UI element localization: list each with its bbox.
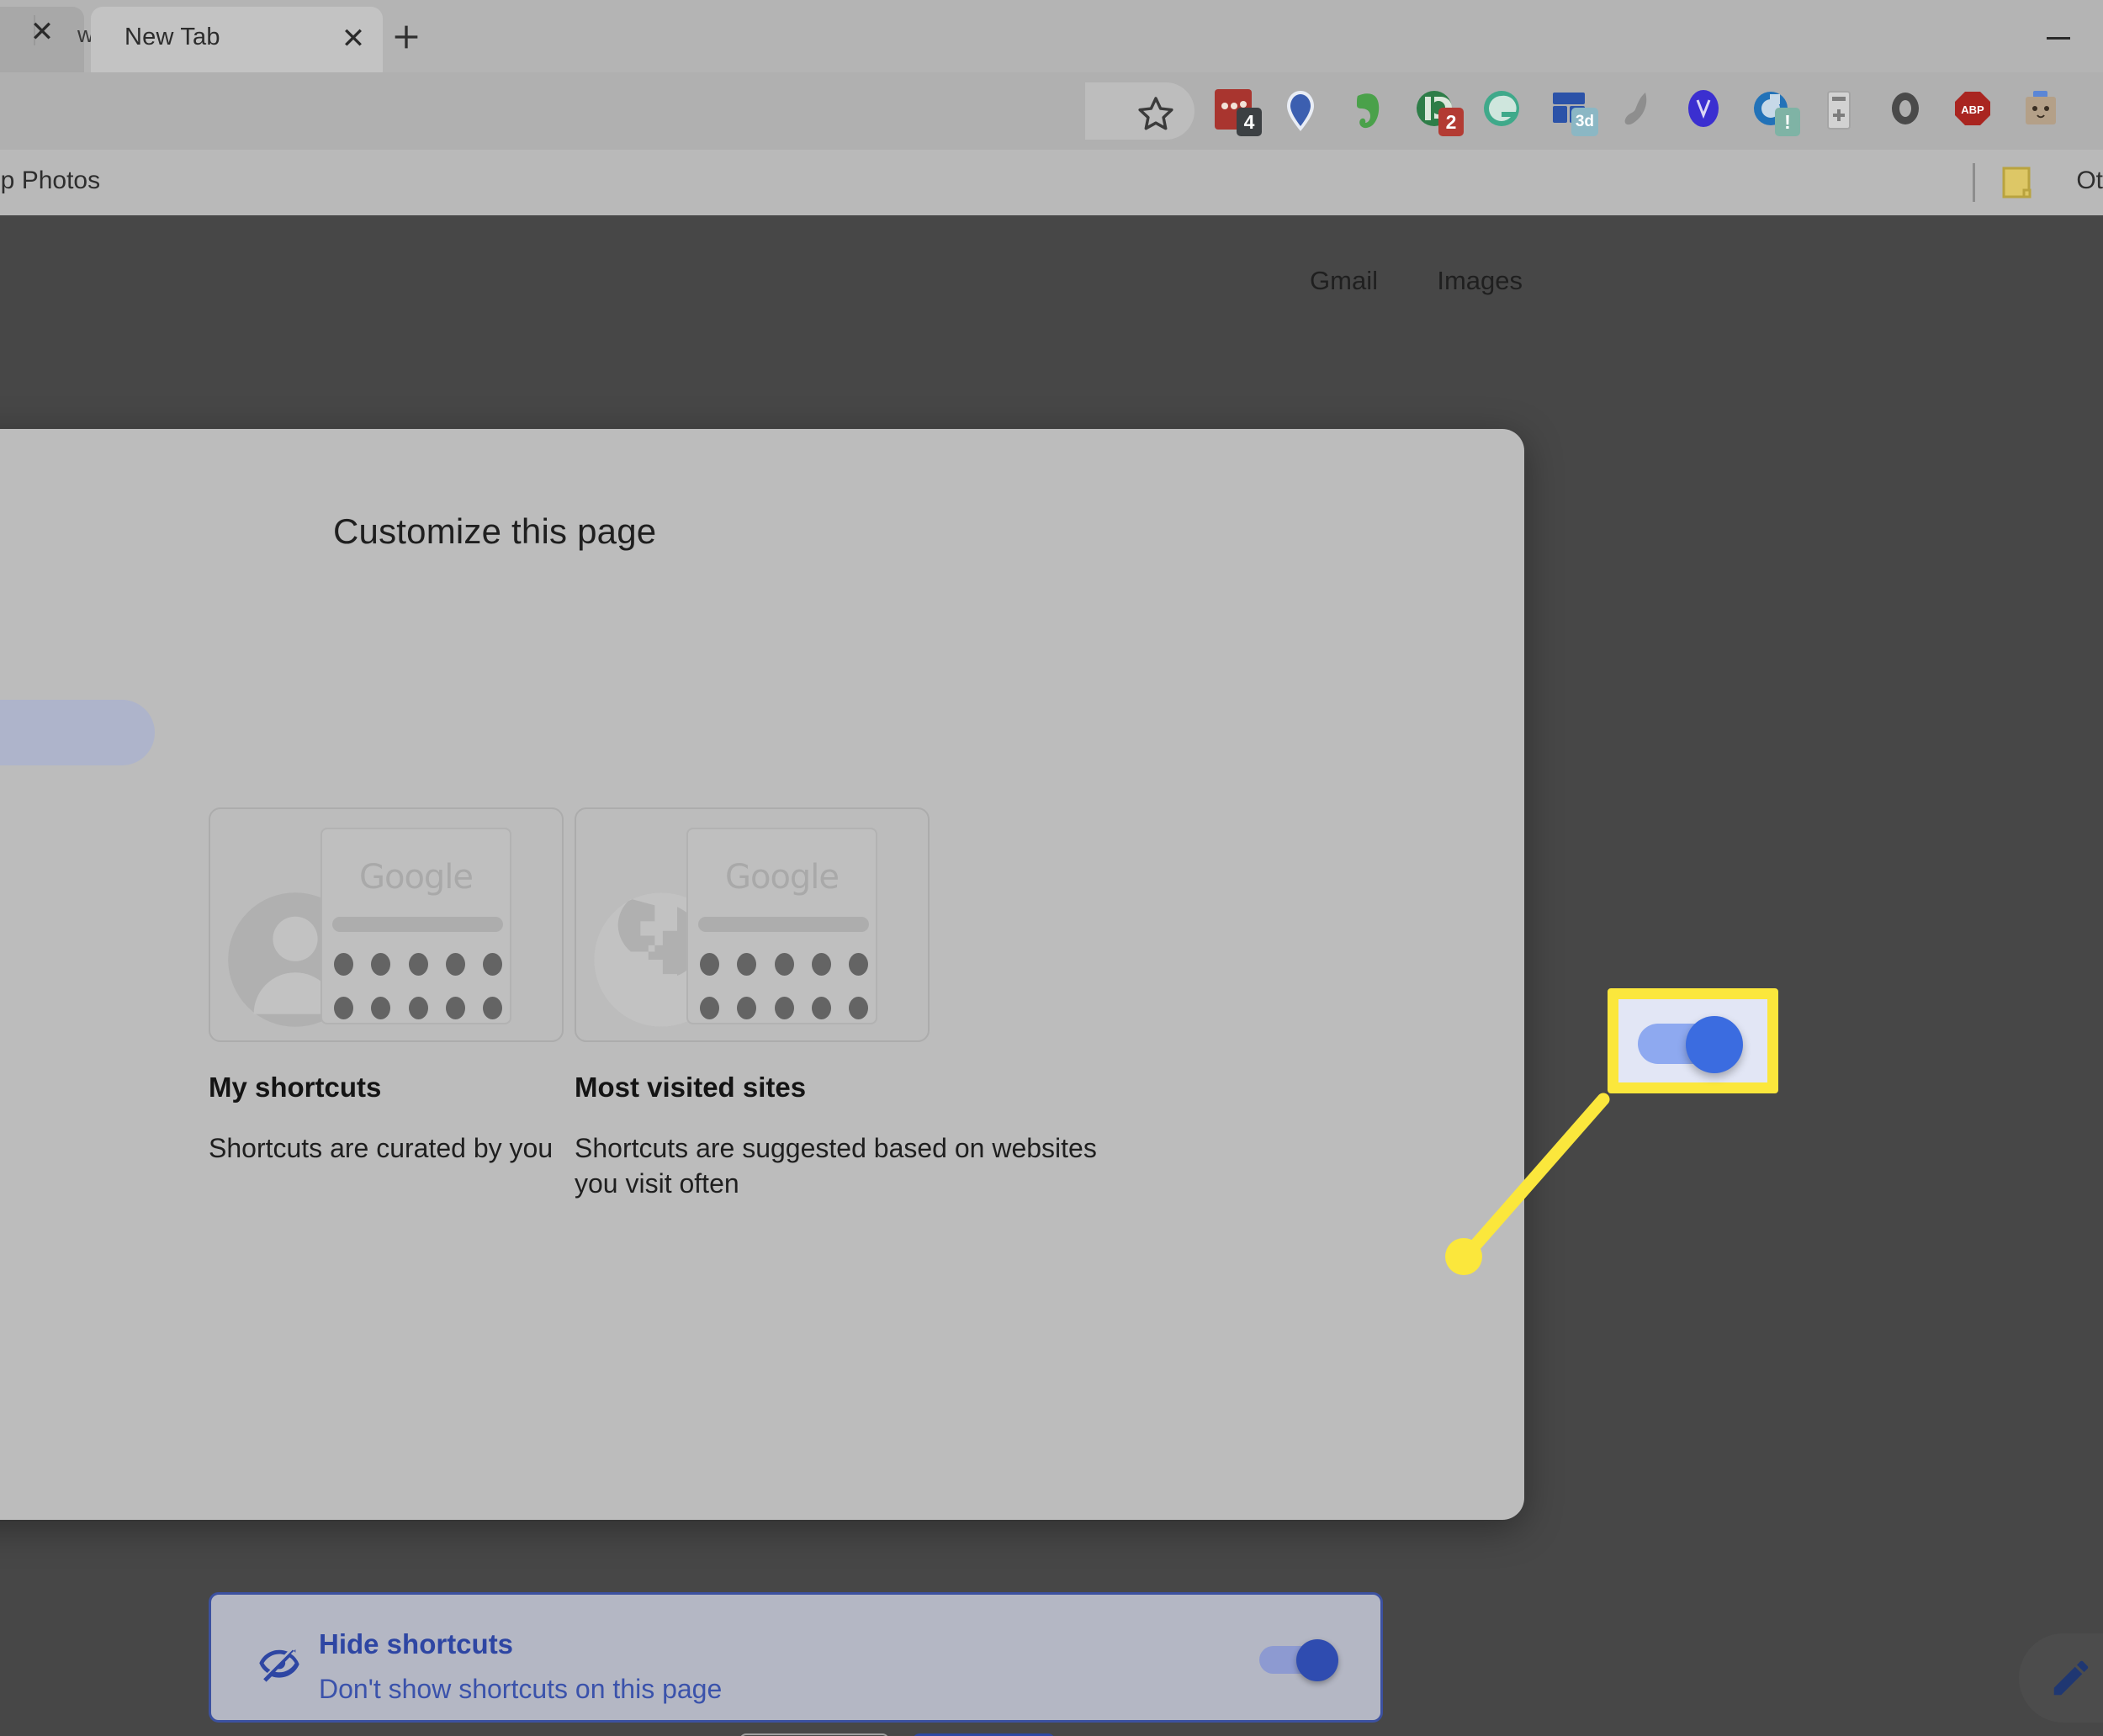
page-title: Customize this page [333, 511, 657, 551]
option-description-most-visited-sites: Shortcuts are suggested based on website… [575, 1133, 1097, 1199]
extension-badge: 4 [1237, 108, 1262, 136]
preview-window: Google [686, 828, 877, 1024]
tab-previous-close-icon[interactable]: ✕ [22, 12, 62, 52]
svg-text:ABP: ABP [1961, 103, 1984, 116]
toggle-knob [1296, 1639, 1338, 1681]
toggle-switch-on-icon [1638, 1016, 1744, 1073]
minimize-icon [2047, 36, 2070, 40]
toggle-knob [1686, 1016, 1743, 1073]
preview-search-bar [698, 917, 869, 932]
extension-grammarly-extension[interactable] [1481, 87, 1524, 135]
window-minimize-button[interactable] [2031, 19, 2086, 57]
preview-shortcut-row [334, 953, 502, 976]
preview-shortcut-row [700, 997, 868, 1019]
option-description-my-shortcuts: Shortcuts are curated by you [209, 1133, 554, 1163]
option-card-my-shortcuts[interactable]: Google [209, 807, 564, 1042]
preview-logo: Google [358, 858, 474, 897]
customize-fab-button[interactable] [2019, 1633, 2103, 1723]
extension-blue-balloon-extension[interactable] [1279, 87, 1322, 135]
preview-logo: Google [724, 858, 840, 897]
bookmarks-bar: up Photos Ot [0, 150, 2103, 215]
screen: w ✕ New Tab ✕ 4 2 3d ! ABP p Photos Ot G… [0, 0, 2103, 1736]
preview-shortcut-row [334, 997, 502, 1019]
extension-evernote-extension[interactable] [1346, 87, 1390, 135]
folder-icon[interactable] [1999, 165, 2034, 204]
hide-shortcuts-title: Hide shortcuts [319, 1628, 514, 1659]
preview-window: Google [320, 828, 511, 1024]
extensions-toolbar: 4 2 3d ! ABP [1211, 81, 2063, 141]
extension-bag-face-extension[interactable] [2019, 87, 2063, 135]
sidebar-item-shortcuts[interactable]: ortcuts [0, 700, 155, 765]
tab-new-tab-label: New Tab [124, 24, 220, 50]
plus-icon [395, 25, 418, 49]
extension-badge: 3d [1571, 108, 1598, 136]
new-tab-button[interactable] [383, 13, 430, 61]
preview-search-bar [332, 917, 503, 932]
extension-gray-calculator-extension[interactable] [1817, 87, 1861, 135]
extension-gray-leaf-extension[interactable] [1615, 87, 1659, 135]
bookmarks-divider [1973, 163, 1975, 202]
eye-off-icon [255, 1637, 304, 1686]
preview-shortcut-row [700, 953, 868, 976]
extension-dotted-red-extension[interactable]: 4 [1211, 87, 1262, 136]
close-icon[interactable]: ✕ [331, 17, 375, 61]
extension-adblock-plus-extension[interactable]: ABP [1952, 87, 1995, 135]
tab-strip: w ✕ New Tab ✕ [0, 0, 2103, 72]
gmail-link[interactable]: Gmail [1310, 266, 1378, 296]
hide-shortcuts-subtitle: Don't show shortcuts on this page [319, 1674, 723, 1704]
extension-dark-ring-extension[interactable] [1884, 87, 1928, 135]
bookmark-star-icon[interactable] [1134, 93, 1178, 136]
extension-badge: 2 [1438, 108, 1464, 136]
extension-violet-v-extension[interactable] [1682, 87, 1726, 135]
extension-green-circle-extension[interactable]: 2 [1413, 87, 1464, 136]
callout-highlight-box [1608, 988, 1778, 1093]
hide-shortcuts-toggle[interactable] [1259, 1639, 1340, 1681]
option-title-most-visited-sites: Most visited sites [575, 1072, 807, 1103]
bookmark-item-photos[interactable]: up Photos [0, 167, 100, 195]
extension-badge: ! [1775, 108, 1800, 136]
option-title-my-shortcuts: My shortcuts [209, 1072, 382, 1103]
hide-shortcuts-row[interactable]: Hide shortcuts Don't show shortcuts on t… [209, 1592, 1383, 1723]
option-card-most-visited-sites[interactable]: Google [575, 807, 930, 1042]
customize-dialog: Customize this page ckground ortcuts lor… [0, 429, 1524, 1736]
callout-endpoint-dot [1445, 1238, 1482, 1275]
extension-3d-blue-extension[interactable]: 3d [1548, 87, 1598, 136]
pencil-icon [2053, 1660, 2089, 1696]
extension-blue-c-extension[interactable]: ! [1750, 87, 1800, 136]
images-link[interactable]: Images [1437, 266, 1523, 296]
other-bookmarks-label[interactable]: Ot [2076, 167, 2103, 195]
